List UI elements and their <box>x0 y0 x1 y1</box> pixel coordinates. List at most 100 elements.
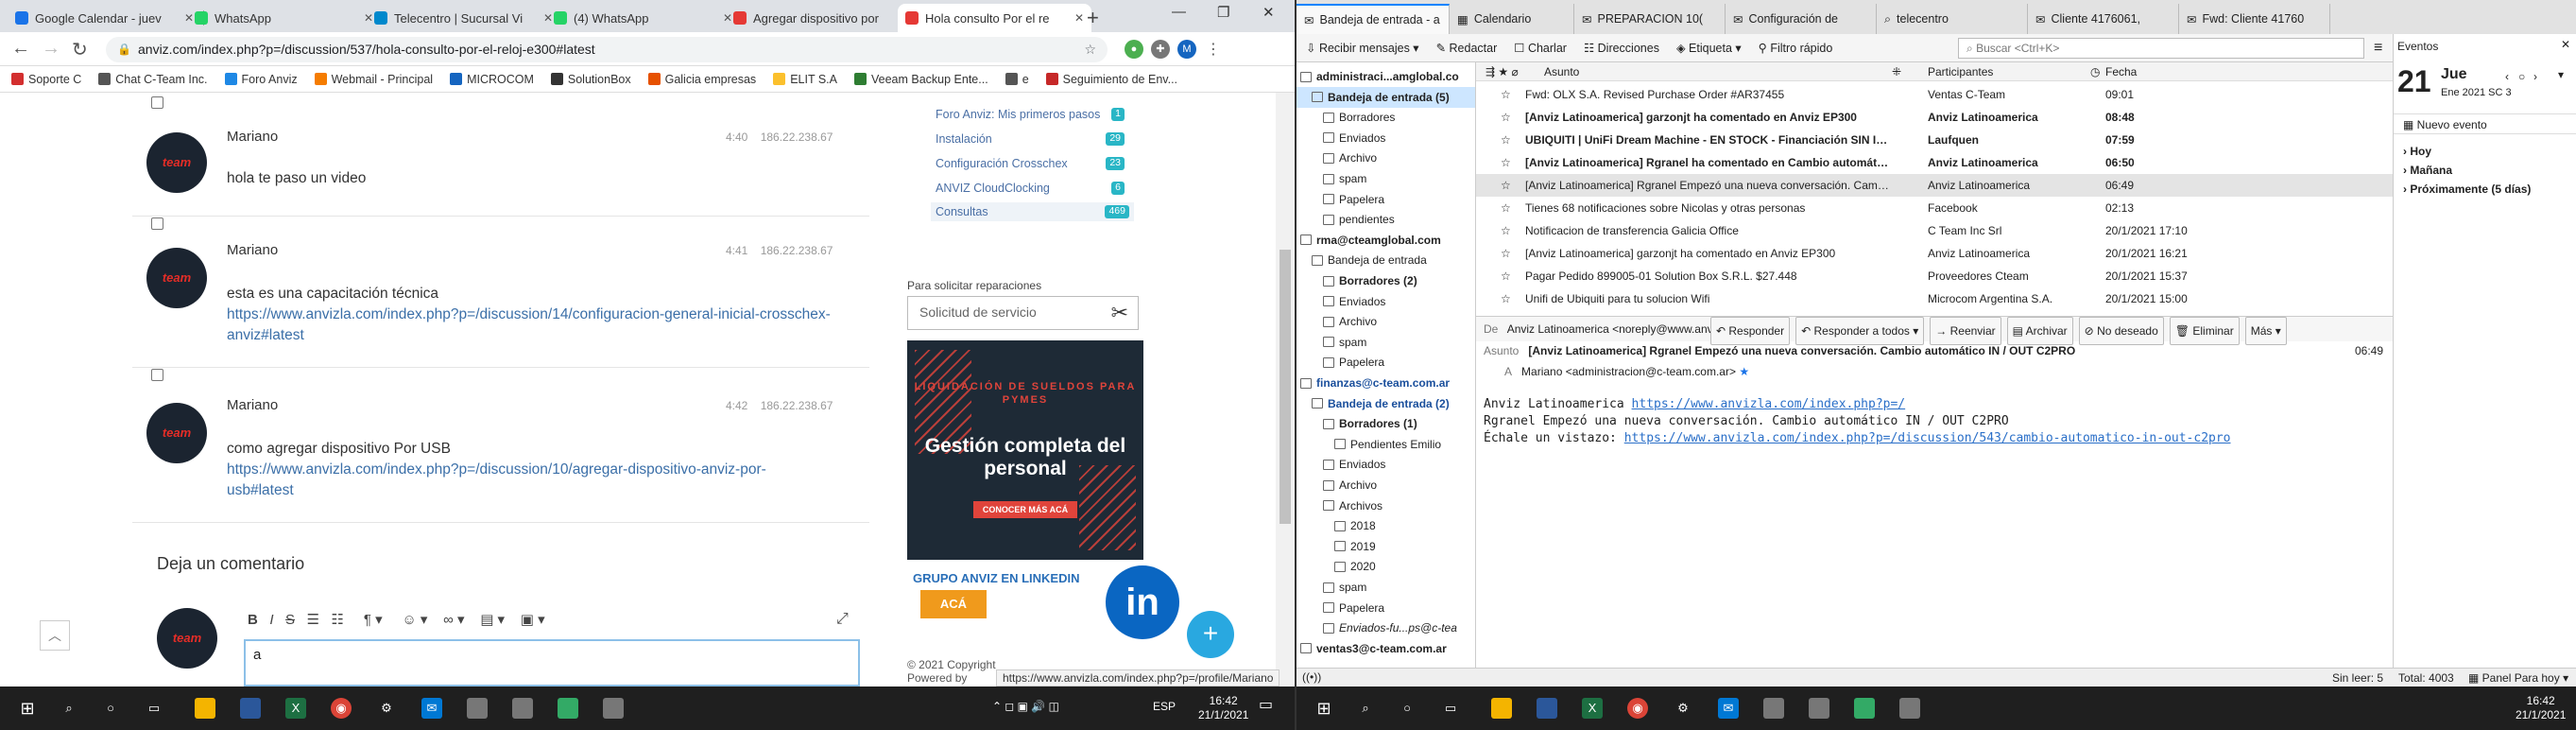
folder-item[interactable]: Archivos <box>1297 495 1475 516</box>
today-icon[interactable]: ○ <box>2518 70 2525 83</box>
comment-link[interactable]: https://www.anvizla.com/index.php?p=/dis… <box>227 306 831 343</box>
new-event-button[interactable]: ▦ Nuevo evento <box>2394 113 2576 134</box>
tab-fwd-cliente[interactable]: ✉ Fwd: Cliente 41760 <box>2179 4 2330 34</box>
tab-cliente[interactable]: ✉ Cliente 4176061, <box>2028 4 2179 34</box>
app-icon[interactable] <box>1763 698 1784 719</box>
tab-calendar[interactable]: ▦ Calendario <box>1450 4 1574 34</box>
read-column-icon[interactable]: ⁜ <box>1892 65 1901 78</box>
avatar[interactable]: M <box>1177 40 1196 59</box>
bookmark-e[interactable]: e <box>1005 73 1029 86</box>
app-icon[interactable] <box>1809 698 1829 719</box>
bold-button[interactable]: B <box>248 612 258 628</box>
get-messages-button[interactable]: ⇩ Recibir mensajes ▾ <box>1306 41 1419 55</box>
folder-item[interactable]: Borradores (1) <box>1297 413 1475 434</box>
bookmark-soporte[interactable]: Soporte C <box>11 73 81 86</box>
mail-search-input[interactable]: ⌕ Buscar <Ctrl+K> <box>1958 38 2364 59</box>
today-pane-toggle[interactable]: ▦ Panel Para hoy ▾ <box>2468 671 2568 685</box>
app-icon[interactable] <box>1537 698 1557 719</box>
file-icon[interactable]: ▤ ▾ <box>480 612 505 628</box>
message-row[interactable]: ☆ UBIQUITI | UniFi Dream Machine - EN STO… <box>1476 129 2393 151</box>
events-group[interactable]: › Mañana <box>2403 161 2531 180</box>
app-icon[interactable] <box>467 698 488 719</box>
category-link[interactable]: ANVIZ CloudClocking 6 <box>936 182 1125 195</box>
folder-item[interactable]: Papelera <box>1297 352 1475 373</box>
folder-item[interactable]: Bandeja de entrada (2) <box>1297 393 1475 414</box>
app-icon[interactable] <box>603 698 624 719</box>
new-tab-button[interactable]: + <box>1087 6 1099 30</box>
folder-item[interactable]: Borradores <box>1297 107 1475 128</box>
star-icon[interactable]: ★ <box>1739 365 1749 378</box>
write-button[interactable]: ✎ Redactar <box>1436 41 1498 55</box>
folder-item[interactable]: Archivo <box>1297 148 1475 168</box>
close-icon[interactable]: ✕ <box>1074 11 1084 25</box>
thread-column-icon[interactable]: ⇶ ★ ⌀ <box>1485 65 1519 78</box>
comment-checkbox[interactable] <box>151 96 163 109</box>
category-link[interactable]: Instalación 29 <box>936 132 1125 146</box>
close-window-button[interactable]: ✕ <box>1262 4 1275 21</box>
quick-filter-button[interactable]: ⚲ Filtro rápido <box>1759 41 1833 55</box>
bookmark-seguimiento[interactable]: Seguimiento de Env... <box>1045 73 1177 86</box>
events-group[interactable]: › Hoy <box>2403 142 2531 161</box>
comment-time[interactable]: 4:41 <box>726 244 747 257</box>
date-column-header[interactable]: Fecha <box>2105 65 2137 78</box>
bookmark-galicia[interactable]: Galicia empresas <box>647 73 756 86</box>
folder-item[interactable]: Archivo <box>1297 311 1475 332</box>
search-icon[interactable]: ⌕ <box>59 698 79 719</box>
clock[interactable]: 16:42 21/1/2021 <box>1198 694 1248 722</box>
settings-gear-icon[interactable]: ⚙ <box>376 698 397 719</box>
settings-gear-icon[interactable]: ⚙ <box>1673 698 1693 719</box>
bookmark-solutionbox[interactable]: SolutionBox <box>550 73 631 86</box>
app-icon[interactable] <box>558 698 578 719</box>
folder-item[interactable]: spam <box>1297 168 1475 189</box>
folder-item[interactable]: Archivo <box>1297 475 1475 495</box>
star-icon[interactable]: ☆ <box>1501 106 1511 129</box>
folder-item[interactable]: Borradores (2) <box>1297 270 1475 291</box>
star-icon[interactable]: ☆ <box>1501 242 1511 265</box>
italic-button[interactable]: I <box>269 612 273 628</box>
tab-hola-consulto[interactable]: Hola consulto Por el re ✕ <box>898 4 1091 32</box>
tab-inbox[interactable]: ✉ Bandeja de entrada - a <box>1297 4 1450 34</box>
tag-button[interactable]: ◈ Etiqueta ▾ <box>1676 41 1742 55</box>
comment-time[interactable]: 4:42 <box>726 399 747 412</box>
bullet-list-icon[interactable]: ☷ <box>332 612 344 628</box>
calendar-toggle-icon[interactable]: ▾ <box>2558 68 2564 81</box>
windows-start-icon[interactable]: ⊞ <box>17 698 38 719</box>
close-icon[interactable]: ✕ <box>2561 38 2570 51</box>
tab-google-calendar[interactable]: Google Calendar - juev ✕ <box>8 4 201 32</box>
star-icon[interactable]: ☆ <box>1501 287 1511 310</box>
bookmark-veeam[interactable]: Veeam Backup Ente... <box>853 73 988 86</box>
star-icon[interactable]: ☆ <box>1084 37 1096 62</box>
file-explorer-icon[interactable] <box>1491 698 1512 719</box>
linkedin-banner[interactable]: GRUPO ANVIZ EN LINKEDIN ACÁ in <box>907 565 1187 651</box>
folder-item[interactable]: Papelera <box>1297 189 1475 210</box>
app-icon[interactable] <box>1899 698 1920 719</box>
address-book-button[interactable]: ☷ Direcciones <box>1584 41 1659 55</box>
url-input[interactable]: 🔒 anviz.com/index.php?p=/discussion/537/… <box>106 37 1108 62</box>
next-day-icon[interactable]: › <box>2533 70 2537 83</box>
bookmark-microcom[interactable]: MICROCOM <box>450 73 534 86</box>
image-icon[interactable]: ▣ ▾ <box>521 612 545 628</box>
message-row[interactable]: ☆ [Anviz Latinoamerica] garzonjt ha comen… <box>1476 106 2393 129</box>
folder-item[interactable]: spam <box>1297 332 1475 353</box>
menu-icon[interactable]: ≡ <box>2374 40 2382 57</box>
link-icon[interactable]: ∞ ▾ <box>443 612 464 628</box>
bookmark-foro[interactable]: Foro Anviz <box>224 73 298 86</box>
body-link[interactable]: https://www.anvizla.com/index.php?p=/dis… <box>1624 431 2231 445</box>
folder-item[interactable]: 2020 <box>1297 556 1475 577</box>
maximize-button[interactable]: ❐ <box>1217 4 1229 21</box>
star-icon[interactable]: ☆ <box>1501 174 1511 197</box>
star-icon[interactable]: ☆ <box>1501 83 1511 106</box>
folder-item[interactable]: Bandeja de entrada (5) <box>1297 86 1475 108</box>
forward-arrow-icon[interactable]: → <box>42 38 60 60</box>
app-icon[interactable] <box>1854 698 1875 719</box>
star-icon[interactable]: ☆ <box>1501 197 1511 219</box>
message-row[interactable]: ☆ Unifi de Ubiquiti para tu solucion Wifi… <box>1476 287 2393 310</box>
comment-checkbox[interactable] <box>151 217 163 230</box>
task-view-icon[interactable]: ▭ <box>144 698 164 719</box>
tray-icons[interactable]: ⌃ ◻ ▣ 🔊 ◫ <box>992 700 1059 714</box>
tab-whatsapp-4[interactable]: (4) WhatsApp ✕ <box>546 4 740 32</box>
star-icon[interactable]: ☆ <box>1501 129 1511 151</box>
mail-icon[interactable]: ✉ <box>1718 698 1739 719</box>
category-link[interactable]: Consultas 469 <box>931 202 1134 221</box>
category-link[interactable]: Configuración Crosschex 23 <box>936 157 1125 170</box>
